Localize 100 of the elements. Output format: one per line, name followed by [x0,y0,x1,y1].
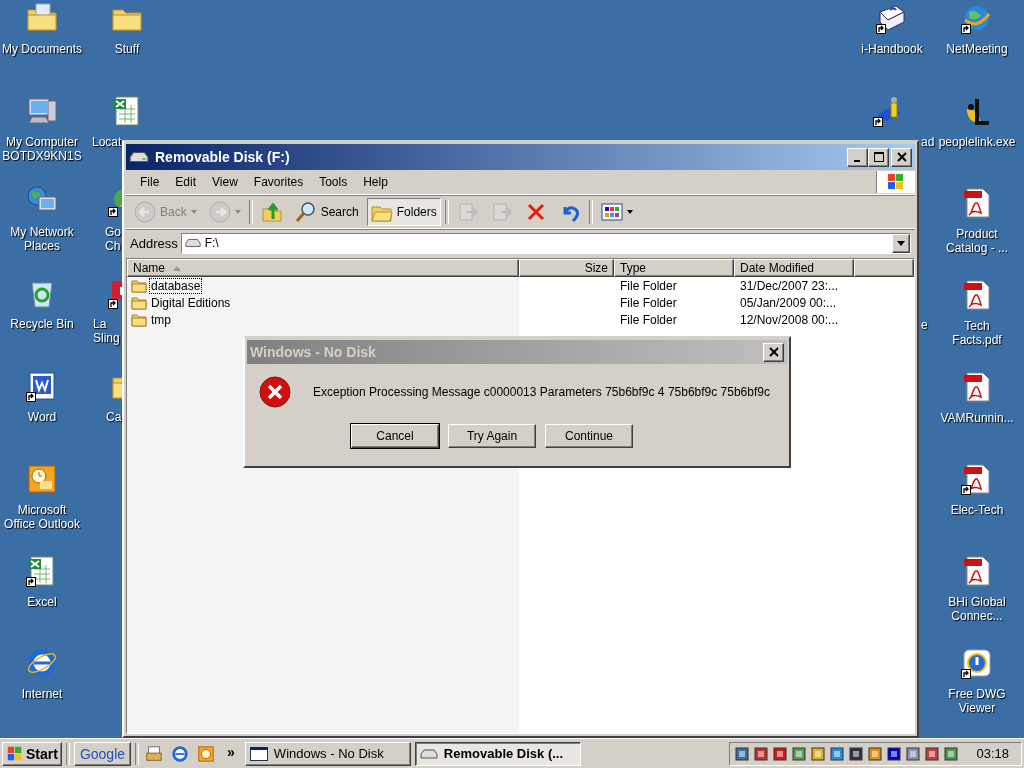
file-name[interactable]: tmp [149,311,173,328]
clock-icon[interactable] [197,744,216,763]
file-name[interactable]: Digital Editions [149,294,233,311]
table-cell: 31/Dec/2007 23:... [740,278,839,293]
table-cell: 12/Nov/2008 00:... [740,312,839,327]
tray-icon[interactable] [943,745,960,762]
up-folder-icon [260,201,283,223]
column-header[interactable]: Size [519,259,614,277]
document-icon[interactable] [26,370,58,402]
drive-icon [129,151,149,163]
icon-label: Microsoft Office Outlook [3,503,81,531]
tray-icon[interactable] [829,745,846,762]
icon-label: Go Ch [105,225,121,253]
icon-label: Internet [20,687,64,701]
pdf-document-icon[interactable] [961,463,993,495]
maximize-icon [873,152,884,162]
close-button[interactable] [891,147,912,167]
address-field[interactable]: F:\ [180,232,911,254]
folders-button[interactable]: Folders [366,198,441,226]
dialog-button[interactable]: Cancel [351,424,439,448]
icon-label: ad [921,135,935,149]
menu-item[interactable]: Edit [167,175,205,189]
tray-icon[interactable] [905,745,922,762]
error-message: Exception Processing Message c0000013 Parameters 75b6bf9c 4 75b6bf9c 75b6bf9c [313,385,770,399]
menu-item[interactable]: Help [355,175,396,189]
icon-label: Ca [106,410,122,424]
tray-icon[interactable] [753,745,770,762]
drive-icon [184,238,201,248]
dialog-button[interactable]: Continue [545,424,633,448]
icon-label: e [921,318,928,332]
google-button[interactable]: Google [73,741,132,766]
close-icon [896,152,907,162]
tray-icon[interactable] [772,745,789,762]
flag-icon [886,172,906,192]
tray-icon[interactable] [848,745,865,762]
caret-icon [897,240,905,246]
icon-label: NetMeeting [945,42,1009,56]
sort-arrow-icon [173,265,181,271]
minimize-icon [853,160,860,162]
folder-icon [131,295,147,310]
maximize-button[interactable] [868,147,889,167]
folder-icon [131,312,147,327]
tray-icon[interactable] [734,745,751,762]
icon-label: Locat [92,135,122,149]
start-button[interactable]: Start [2,741,62,766]
browser-icon[interactable] [171,744,190,763]
icon-label: Product Catalog - ... [945,227,1009,255]
table-cell: File Folder [620,295,677,310]
caret-icon [190,210,197,214]
icon-label: peoplelink.exe [937,135,1017,149]
dropdown-button[interactable] [892,233,910,253]
column-header[interactable]: Date Modified [734,259,854,277]
documents-folder-icon[interactable] [26,2,58,34]
icon-label: My Network Places [9,225,75,253]
minimize-button[interactable] [847,147,868,167]
close-button[interactable] [763,342,784,362]
more-button[interactable]: » [227,743,235,760]
tray-icon[interactable] [924,745,941,762]
menu-item[interactable]: Favorites [245,175,312,189]
clock: 03:18 [976,746,1009,761]
icon-label: Recycle Bin [9,317,75,331]
flag-icon [6,744,24,763]
icon-label: Word [26,410,58,424]
move-icon [456,201,479,223]
dialog-title: Windows - No Disk [250,344,376,360]
menu-item[interactable]: Tools [311,175,356,189]
folder-icon [131,278,147,293]
browser-icon[interactable] [26,647,58,679]
tray-icon[interactable] [886,745,903,762]
icon-label: Excel [26,595,58,609]
computer-icon[interactable] [26,95,58,127]
taskbar-button[interactable]: Windows - No Disk [244,741,411,766]
menu-item[interactable]: File [132,175,168,189]
address-label: Address [130,235,178,251]
icon-label: My Documents [1,42,83,56]
viewer-icon[interactable] [961,647,993,679]
icon-label: Elec-Tech [949,503,1005,517]
icon-label: BHi Global Connec... [947,595,1007,623]
tray-icon[interactable] [791,745,808,762]
caret-icon [626,210,633,214]
caret-icon [234,210,241,214]
icon-label: My Computer BOTDX9KN1S [1,135,83,163]
close-icon [768,347,779,357]
column-header[interactable]: Name [127,259,519,277]
clock-icon[interactable] [26,463,58,495]
drive-icon [419,748,438,759]
menu-item[interactable]: View [204,175,246,189]
table-cell: File Folder [620,278,677,293]
taskbar-button[interactable]: Removable Disk (... [414,741,581,766]
icon-label: La Sling [93,317,120,345]
views-icon [600,201,623,223]
dialog-button[interactable]: Try Again [448,424,536,448]
icon-label: i-Handbook [860,42,924,56]
file-name[interactable]: database [149,277,203,294]
column-header[interactable]: Type [614,259,734,277]
search-button[interactable]: Search [290,198,363,226]
table-cell: 05/Jan/2009 00:... [740,295,837,310]
window-icon [249,746,268,761]
printer-icon[interactable] [145,744,164,763]
icon-label: Stuff [113,42,141,56]
